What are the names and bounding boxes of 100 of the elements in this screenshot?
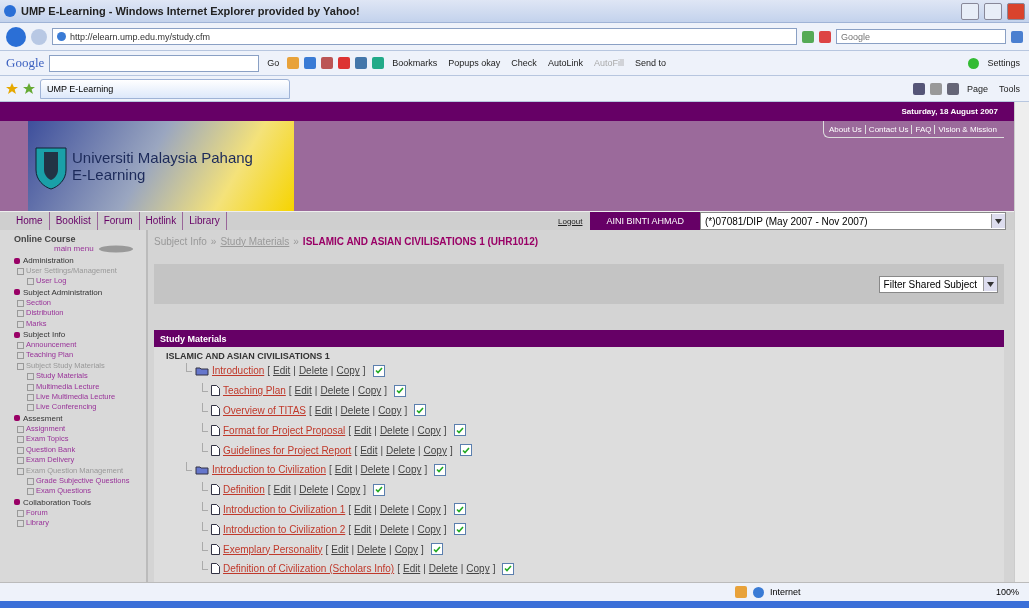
material-link[interactable]: Introduction to Civilization 2	[223, 523, 346, 535]
nav-link[interactable]: Library	[183, 212, 227, 230]
toolbar-icon[interactable]	[338, 57, 351, 69]
material-link[interactable]: Overview of TITAS	[223, 405, 306, 416]
checkbox[interactable]	[394, 384, 407, 397]
action-link[interactable]: Copy	[398, 464, 422, 476]
browser-tab[interactable]: UMP E-Learning	[40, 78, 290, 99]
toolbar-button[interactable]: Check	[508, 57, 540, 69]
star-icon[interactable]	[6, 82, 18, 95]
section-heading: Administration	[23, 255, 74, 266]
top-link[interactable]: Contact Us	[865, 124, 913, 134]
action-link[interactable]: Copy	[336, 365, 360, 377]
action-link[interactable]: Copy	[423, 444, 447, 456]
google-search-field[interactable]	[49, 54, 260, 72]
action-link[interactable]: Delete	[340, 405, 370, 416]
checkbox[interactable]	[414, 404, 427, 417]
action-link[interactable]: Edit	[314, 405, 332, 416]
material-link[interactable]: Introduction to Civilization	[212, 464, 326, 476]
action-link[interactable]: Edit	[354, 424, 372, 436]
toolbar-button[interactable]: Popups okay	[445, 57, 504, 69]
checkbox[interactable]	[453, 424, 466, 437]
action-link[interactable]: Delete	[379, 503, 409, 515]
top-link[interactable]: About Us	[825, 124, 866, 134]
action-link[interactable]: Copy	[417, 523, 441, 535]
square-bullet-icon	[27, 488, 34, 496]
square-bullet-icon	[17, 520, 24, 528]
action-link[interactable]: Delete	[357, 543, 386, 555]
top-link[interactable]: Vision & Mission	[935, 124, 1000, 134]
toolbar-icon[interactable]	[372, 57, 385, 69]
session-select[interactable]: (*)07081/DIP (May 2007 - Nov 2007)	[700, 212, 1006, 230]
action-link[interactable]: Edit	[334, 464, 352, 476]
action-link[interactable]: Copy	[378, 405, 402, 416]
scrollbar[interactable]	[1014, 102, 1029, 582]
action-link[interactable]: Delete	[299, 484, 329, 496]
material-link[interactable]: Definition	[223, 484, 265, 496]
action-link[interactable]: Delete	[428, 563, 458, 575]
checkbox[interactable]	[453, 523, 466, 536]
checkbox[interactable]	[434, 463, 447, 476]
square-bullet-icon	[27, 477, 34, 485]
action-link[interactable]: Edit	[402, 563, 421, 575]
toolbar-icon[interactable]	[355, 57, 368, 69]
tree-connector	[202, 403, 208, 412]
material-link[interactable]: Format for Project Proposal	[223, 424, 346, 436]
checkbox[interactable]	[372, 364, 385, 377]
command-button[interactable]: Tools	[996, 82, 1023, 95]
checkbox[interactable]	[459, 444, 472, 457]
action-link[interactable]: Copy	[394, 543, 418, 555]
toolbar-icon[interactable]	[321, 57, 334, 69]
section-heading: Subject Administration	[23, 286, 103, 298]
action-link[interactable]: Copy	[466, 563, 490, 575]
back-button[interactable]	[6, 26, 26, 47]
zoom-text[interactable]: 100%	[995, 587, 1019, 597]
toolbar-icon[interactable]	[304, 57, 317, 69]
action-link[interactable]: Copy	[336, 484, 361, 496]
checkbox[interactable]	[453, 503, 466, 516]
caret-icon[interactable]	[995, 218, 1002, 224]
action-link[interactable]: Delete	[379, 424, 409, 436]
search-field[interactable]: Google	[836, 29, 1006, 44]
material-link[interactable]: Guidelines for Project Report	[223, 444, 352, 456]
logout-link[interactable]: Logout	[550, 216, 591, 226]
close-button[interactable]	[1007, 2, 1025, 20]
action-link[interactable]: Copy	[357, 385, 382, 397]
material-link[interactable]: Definition of Civilization (Scholars Info)	[223, 563, 395, 575]
action-link[interactable]: Copy	[417, 503, 441, 515]
action-link[interactable]: Copy	[417, 424, 441, 436]
action-link[interactable]: Edit	[273, 484, 291, 496]
material-link[interactable]: Exemplary Personality	[223, 543, 323, 555]
action-link[interactable]: Edit	[354, 523, 372, 535]
action-link[interactable]: Edit	[273, 365, 291, 377]
action-link[interactable]: Edit	[354, 503, 372, 515]
action-link[interactable]: Edit	[360, 444, 378, 456]
toolbar-button[interactable]: Bookmarks	[389, 57, 441, 69]
action-link[interactable]: Delete	[386, 444, 415, 456]
checkbox[interactable]	[502, 562, 515, 575]
material-link[interactable]: Teaching Plan	[223, 385, 286, 397]
top-link[interactable]: FAQ	[912, 124, 936, 134]
action-link[interactable]: Delete	[360, 464, 390, 476]
minimize-button[interactable]	[961, 2, 979, 20]
checkbox[interactable]	[373, 483, 385, 496]
separator: |	[460, 563, 464, 575]
toolbar-button[interactable]: AutoLink	[544, 57, 586, 69]
settings-button[interactable]: Settings	[984, 57, 1023, 69]
action-link[interactable]: Edit	[294, 385, 312, 397]
action-link[interactable]: Delete	[379, 523, 409, 535]
action-link[interactable]: Delete	[298, 365, 328, 377]
restore-button[interactable]	[984, 2, 1002, 20]
star-plus-icon[interactable]	[23, 82, 35, 95]
separator: |	[411, 424, 415, 436]
command-button[interactable]: Page	[963, 82, 991, 95]
action-link[interactable]: Delete	[320, 385, 350, 397]
caret-icon[interactable]	[987, 281, 994, 287]
toolbar-button[interactable]: Send to	[631, 57, 669, 69]
action-link[interactable]: Edit	[331, 543, 349, 555]
go-button[interactable]: Go	[264, 57, 283, 69]
folder-icon	[195, 464, 209, 475]
material-link[interactable]: Introduction to Civilization 1	[223, 503, 346, 515]
filter-select[interactable]: Filter Shared Subject	[878, 275, 998, 293]
checkbox[interactable]	[430, 543, 443, 556]
address-field[interactable]: http://elearn.ump.edu.my/study.cfm	[52, 28, 797, 45]
material-link[interactable]: Introduction	[212, 365, 265, 377]
